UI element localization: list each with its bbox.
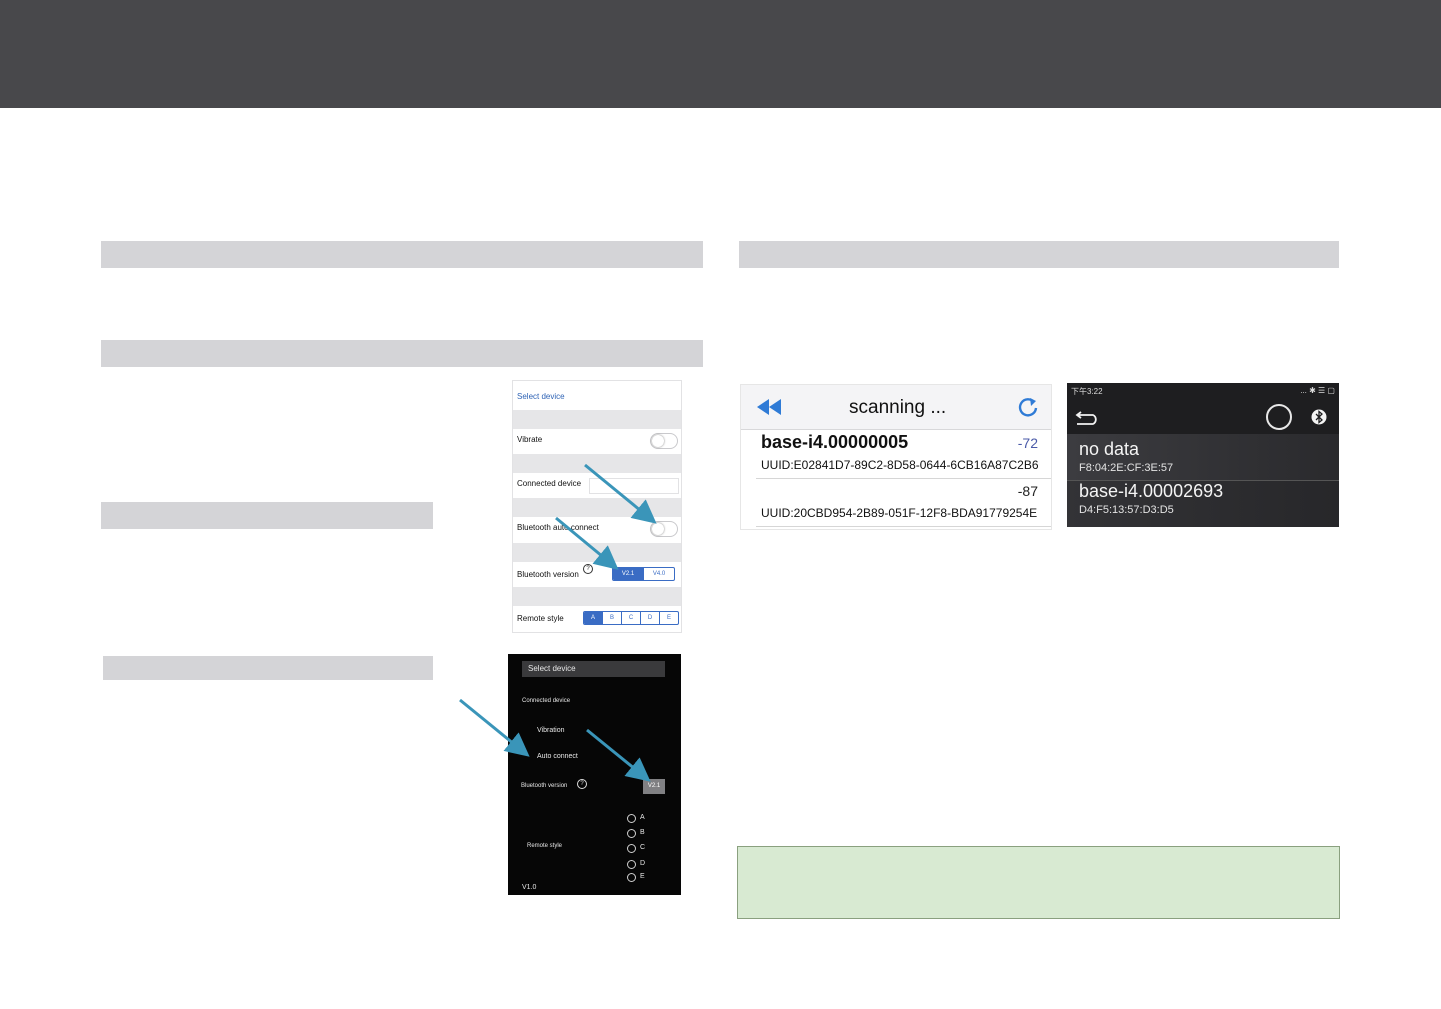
note-box bbox=[737, 846, 1340, 919]
device-name: no data bbox=[1079, 439, 1140, 459]
arrow bbox=[586, 728, 651, 782]
device-name[interactable]: base-i4.00000005 bbox=[761, 432, 908, 453]
back-arrow-icon[interactable] bbox=[1075, 409, 1101, 425]
device-rssi: -72 bbox=[1017, 435, 1038, 451]
arrow bbox=[459, 698, 530, 757]
refresh-icon[interactable] bbox=[1017, 396, 1039, 418]
device-name: base-i4.00002693 bbox=[1079, 481, 1224, 501]
scan-header: scanning ... bbox=[741, 385, 1051, 430]
device-uuid: UUID:20CBD954-2B89-051F-12F8-BDA91779254… bbox=[761, 506, 1038, 520]
rewind-icon[interactable] bbox=[757, 399, 781, 415]
device-mac: D4:F5:13:57:D3:D5 bbox=[1079, 504, 1174, 516]
status-icons: ... ✱ ☰ ▢ bbox=[1300, 386, 1335, 395]
device-mac: F8:04:2E:CF:3E:57 bbox=[1079, 462, 1174, 474]
status-time: 下午3:22 bbox=[1071, 387, 1103, 396]
android-list-screenshot: 下午3:22 ... ✱ ☰ ▢ no data F8:04:2E:CF:3E:… bbox=[1067, 383, 1339, 527]
bluetooth-icon[interactable] bbox=[1311, 408, 1327, 426]
device-rssi: -87 bbox=[1017, 483, 1038, 499]
scan-title: scanning ... bbox=[849, 397, 947, 418]
scan-list-screenshot: scanning ... base-i4.00000005 -72 UUID:E… bbox=[740, 384, 1052, 530]
loading-spinner-icon bbox=[1266, 404, 1292, 430]
arrow bbox=[555, 516, 619, 570]
device-uuid: UUID:E02841D7-89C2-8D58-0644-6CB16A87C2B… bbox=[761, 458, 1039, 472]
arrow bbox=[584, 463, 657, 524]
